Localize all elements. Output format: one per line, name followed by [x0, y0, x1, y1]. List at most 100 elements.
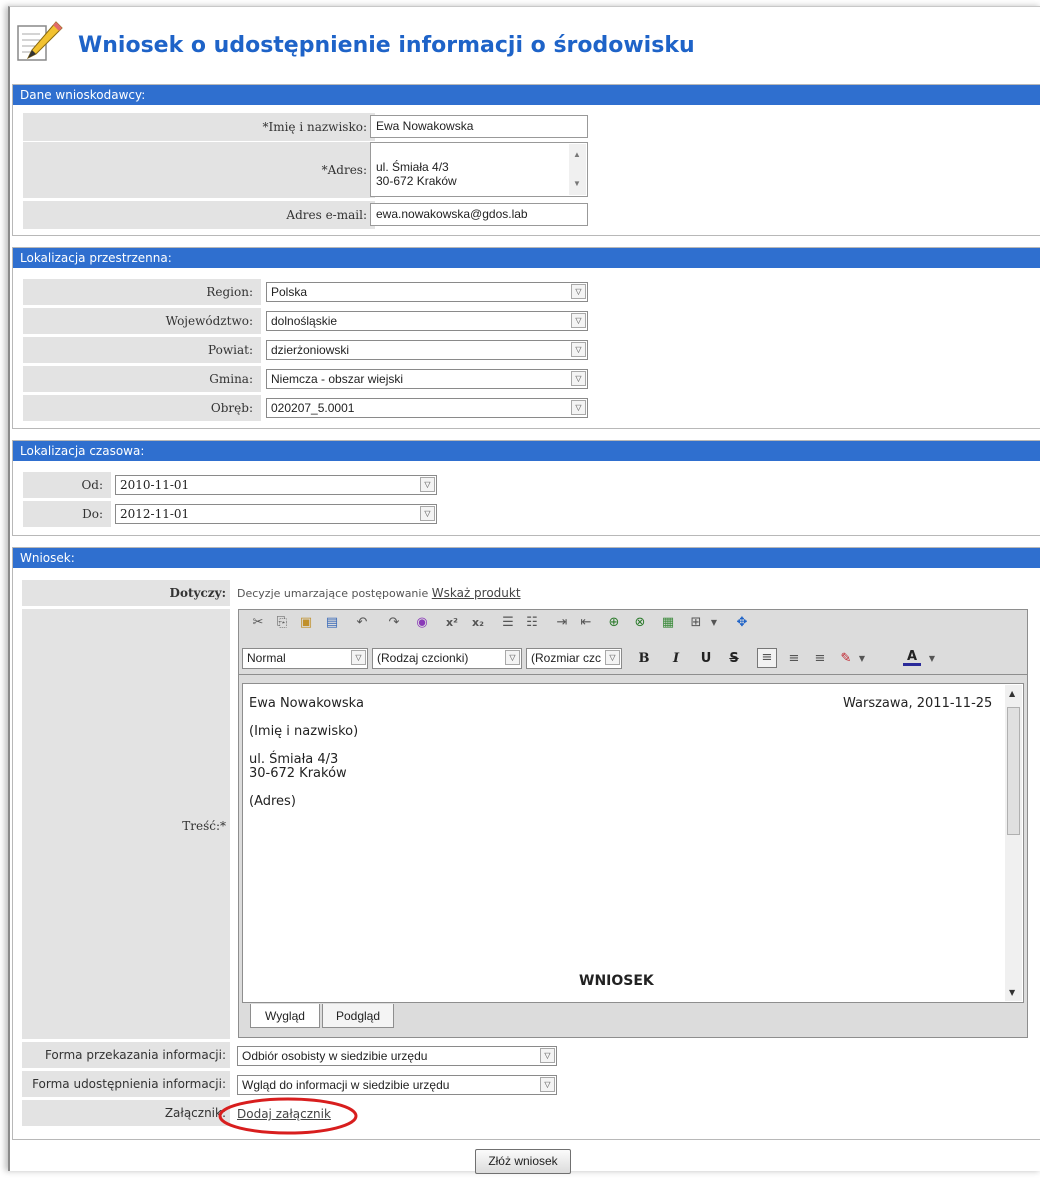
undo-icon[interactable]: ↶: [353, 614, 371, 632]
font-color-dropdown-icon[interactable]: ▼: [923, 650, 941, 668]
concerns-value: Decyzje umarzające postępowanie Wskaż pr…: [237, 586, 521, 600]
commune-value: Niemcza - obszar wiejski: [271, 372, 404, 386]
from-label-cell: Od:: [23, 472, 111, 498]
to-date-select[interactable]: 2012-11-01 ▽: [115, 504, 437, 524]
scroll-up-icon[interactable]: ▲: [573, 148, 581, 162]
chevron-down-icon[interactable]: ▽: [505, 650, 520, 665]
commune-select[interactable]: Niemcza - obszar wiejski ▽: [266, 369, 588, 389]
concerns-label-cell: Dotyczy:: [22, 580, 230, 606]
voivodeship-label-cell: Województwo:: [23, 308, 261, 334]
chevron-down-icon[interactable]: ▽: [571, 371, 586, 386]
delivery-value: Odbiór osobisty w siedzibie urzędu: [242, 1049, 428, 1063]
indent-decrease-icon[interactable]: ⇤: [577, 614, 595, 632]
access-value: Wgląd do informacji w siedzibie urzędu: [242, 1078, 450, 1092]
chevron-down-icon[interactable]: ▽: [540, 1048, 555, 1063]
spatial-section-header: Lokalizacja przestrzenna:: [13, 248, 1040, 268]
highlight-dropdown-icon[interactable]: ▼: [853, 650, 871, 668]
scroll-up-icon[interactable]: ▲: [1009, 689, 1015, 698]
editor-place-date: Warszawa, 2011-11-25: [843, 696, 993, 711]
content-label: Treść:*: [182, 819, 226, 833]
tab-design[interactable]: Wygląd: [250, 1004, 320, 1028]
to-date-value: 2012-11-01: [120, 507, 190, 521]
rich-text-editor[interactable]: Ewa Nowakowska Warszawa, 2011-11-25 (Imi…: [242, 683, 1024, 1003]
precinct-label-cell: Obręb:: [23, 395, 261, 421]
subscript-icon[interactable]: x₂: [469, 614, 487, 632]
chevron-down-icon[interactable]: ▽: [571, 313, 586, 328]
scroll-thumb[interactable]: [1007, 707, 1020, 835]
font-family-select[interactable]: (Rodzaj czcionki) ▽: [372, 648, 522, 669]
cut-icon[interactable]: ✂: [249, 614, 267, 632]
format-select[interactable]: Normal ▽: [242, 648, 368, 669]
access-select[interactable]: Wgląd do informacji w siedzibie urzędu ▽: [237, 1075, 557, 1095]
concerns-label: Dotyczy:: [169, 586, 226, 600]
from-date-value: 2010-11-01: [120, 478, 190, 492]
font-color-button[interactable]: A: [903, 648, 921, 666]
name-label-cell: *Imię i nazwisko:: [23, 113, 375, 141]
align-left-icon[interactable]: ≡: [757, 648, 777, 668]
chevron-down-icon[interactable]: ▽: [605, 650, 620, 665]
align-center-icon[interactable]: ≡: [785, 650, 803, 668]
tab-preview[interactable]: Podgląd: [322, 1004, 394, 1028]
delivery-select[interactable]: Odbiór osobisty w siedzibie urzędu ▽: [237, 1046, 557, 1066]
paste-word-icon[interactable]: ▤: [323, 614, 341, 632]
access-label: Forma udostępnienia informacji:: [32, 1077, 226, 1091]
from-label: Od:: [81, 478, 103, 492]
commune-label: Gmina:: [209, 372, 253, 386]
numbered-list-icon[interactable]: ☰: [499, 614, 517, 632]
delivery-label-cell: Forma przekazania informacji:: [22, 1042, 230, 1068]
redo-icon[interactable]: ↷: [385, 614, 403, 632]
table-dropdown-icon[interactable]: ▼: [705, 614, 723, 632]
voivodeship-select[interactable]: dolnośląskie ▽: [266, 311, 588, 331]
copy-icon[interactable]: ⎘: [273, 614, 291, 632]
region-select[interactable]: Polska ▽: [266, 282, 588, 302]
bold-button[interactable]: B: [635, 650, 653, 668]
from-date-select[interactable]: 2010-11-01 ▽: [115, 475, 437, 495]
temporal-section-header: Lokalizacja czasowa:: [13, 441, 1040, 461]
address-text: ul. Śmiała 4/3 30-672 Kraków: [376, 160, 457, 188]
county-select[interactable]: dzierżoniowski ▽: [266, 340, 588, 360]
maximize-icon[interactable]: ✥: [733, 614, 751, 632]
name-field[interactable]: Ewa Nowakowska: [370, 115, 588, 138]
chevron-down-icon[interactable]: ▽: [571, 284, 586, 299]
underline-button[interactable]: U: [697, 650, 715, 668]
editor-toolbar: ✂ ⎘ ▣ ▤ ↶ ↷ ◉ x² x₂ ☰ ☷ ⇥ ⇤ ⊕ ⊗ ▦ ⊞ ▼ ✥ …: [238, 609, 1028, 675]
to-label-cell: Do:: [23, 501, 111, 527]
link-icon[interactable]: ⊕: [605, 614, 623, 632]
email-field[interactable]: ewa.nowakowska@gdos.lab: [370, 203, 588, 226]
superscript-icon[interactable]: x²: [443, 614, 461, 632]
font-family-value: (Rodzaj czcionki): [377, 651, 469, 665]
editor-address-line1: ul. Śmiała 4/3: [249, 752, 339, 767]
remove-format-icon[interactable]: ◉: [413, 614, 431, 632]
chevron-down-icon[interactable]: ▽: [420, 506, 435, 521]
image-icon[interactable]: ▦: [659, 614, 677, 632]
table-icon[interactable]: ⊞: [687, 614, 705, 632]
highlight-circle: [218, 1097, 358, 1135]
chevron-down-icon[interactable]: ▽: [420, 477, 435, 492]
paste-icon[interactable]: ▣: [297, 614, 315, 632]
region-value: Polska: [271, 285, 308, 299]
chevron-down-icon[interactable]: ▽: [571, 342, 586, 357]
commune-label-cell: Gmina:: [23, 366, 261, 392]
name-label: *Imię i nazwisko:: [262, 120, 367, 134]
applicant-section: Dane wnioskodawcy: *Imię i nazwisko: Ewa…: [12, 84, 1040, 236]
scroll-down-icon[interactable]: ▼: [573, 177, 581, 191]
align-right-icon[interactable]: ≡: [811, 650, 829, 668]
indent-increase-icon[interactable]: ⇥: [553, 614, 571, 632]
strikethrough-button[interactable]: S: [725, 650, 743, 668]
email-label: Adres e-mail:: [286, 208, 367, 222]
font-size-select[interactable]: (Rozmiar czc ▽: [526, 648, 622, 669]
address-textarea[interactable]: ul. Śmiała 4/3 30-672 Kraków ▲ ▼: [370, 142, 588, 197]
font-size-value: (Rozmiar czc: [531, 651, 602, 665]
scroll-down-icon[interactable]: ▼: [1009, 988, 1015, 997]
address-scrollbar[interactable]: ▲ ▼: [569, 144, 586, 195]
chevron-down-icon[interactable]: ▽: [571, 400, 586, 415]
chevron-down-icon[interactable]: ▽: [351, 650, 366, 665]
show-product-link[interactable]: Wskaż produkt: [432, 586, 521, 600]
unlink-icon[interactable]: ⊗: [631, 614, 649, 632]
submit-button[interactable]: Złóż wniosek: [475, 1149, 571, 1174]
editor-scrollbar[interactable]: ▲ ▼: [1005, 685, 1022, 1001]
bullet-list-icon[interactable]: ☷: [523, 614, 541, 632]
italic-button[interactable]: I: [667, 650, 685, 668]
precinct-select[interactable]: 020207_5.0001 ▽: [266, 398, 588, 418]
chevron-down-icon[interactable]: ▽: [540, 1077, 555, 1092]
